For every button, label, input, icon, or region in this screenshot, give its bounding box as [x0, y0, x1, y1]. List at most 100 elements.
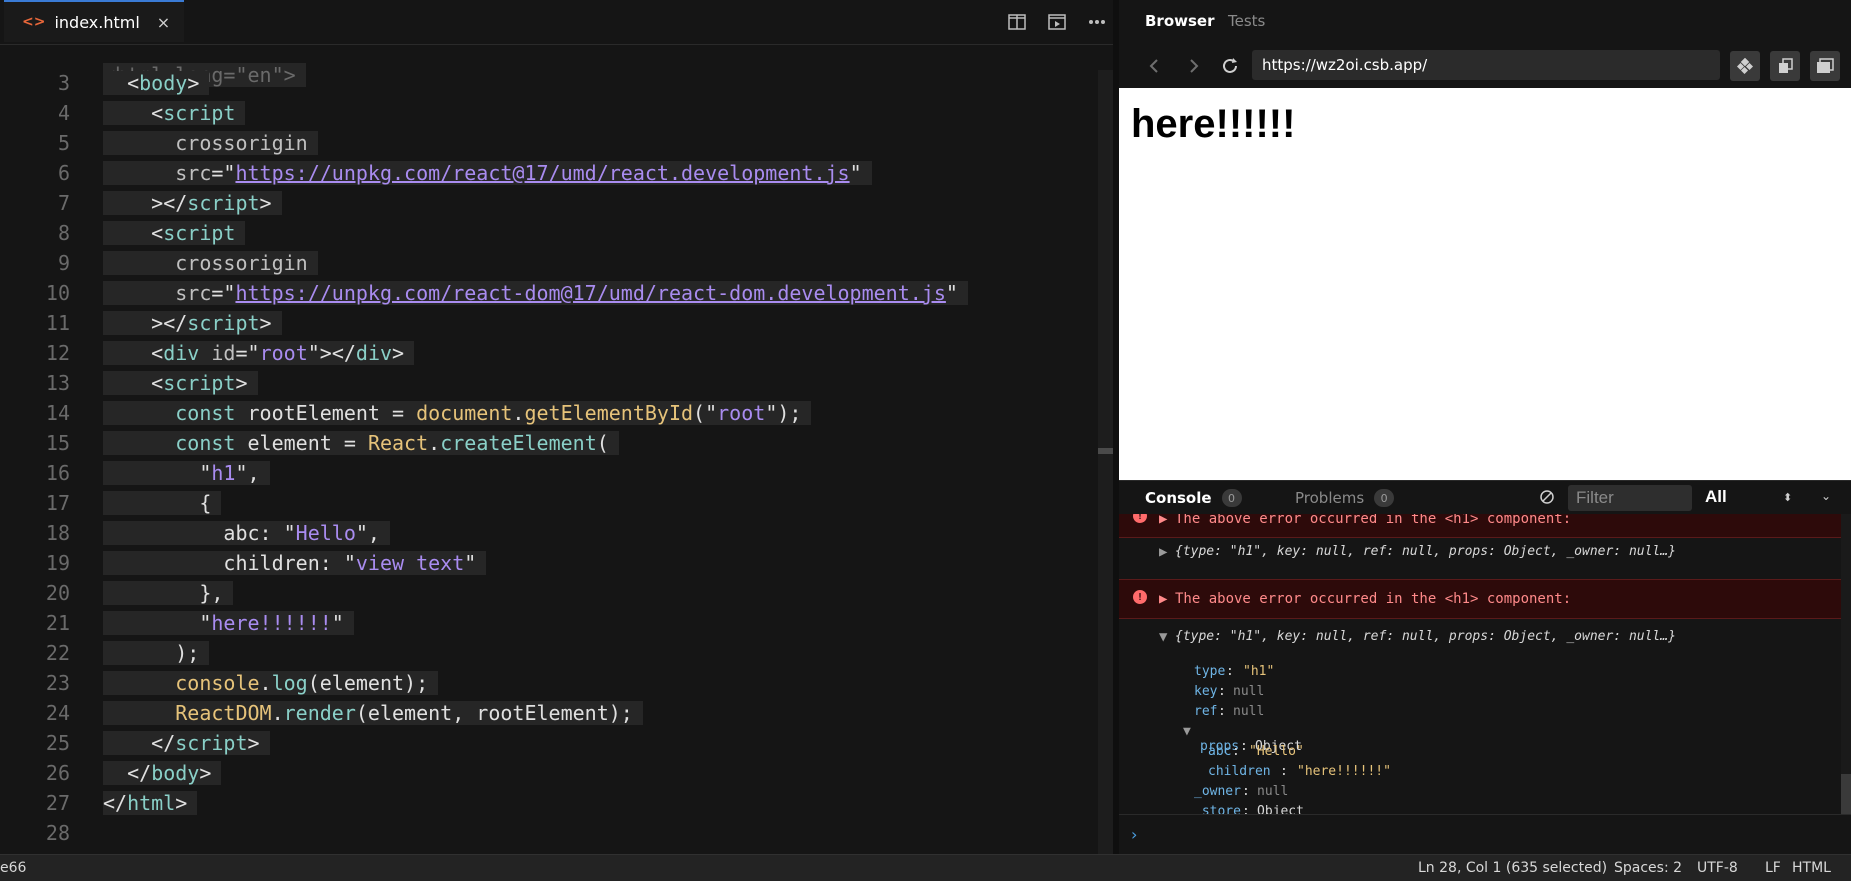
- code-line: 22 );: [0, 638, 1095, 668]
- object-preview: {type: "h1", key: null, ref: null, props…: [1175, 544, 1676, 559]
- console-output[interactable]: ! ▶ The above error occurred in the <h1>…: [1119, 514, 1841, 814]
- more-icon[interactable]: [1086, 11, 1108, 33]
- line-number: 9: [57, 251, 70, 275]
- url-input[interactable]: https://wz2oi.csb.app/: [1252, 50, 1720, 80]
- open-window-icon[interactable]: [1810, 51, 1840, 81]
- browser-tab-bar: Browser Tests: [1119, 0, 1851, 44]
- tab-tests[interactable]: Tests: [1228, 12, 1265, 30]
- console-scrollbar-thumb[interactable]: [1841, 774, 1851, 814]
- preview-icon[interactable]: [1046, 11, 1068, 33]
- filter-input[interactable]: Filter: [1568, 485, 1692, 511]
- code-line: 25 </script>: [0, 728, 1095, 758]
- line-content: crossorigin: [103, 128, 318, 158]
- code-area[interactable]: <html lang="en"> 3 <body>4 <script5 cros…: [0, 44, 1095, 854]
- line-ending[interactable]: LF: [1765, 860, 1781, 876]
- line-content: <script>: [103, 368, 258, 398]
- line-content: const rootElement = document.getElementB…: [103, 398, 812, 428]
- error-message: The above error occurred in the <h1> com…: [1175, 591, 1572, 607]
- tab-filename: index.html: [54, 12, 140, 32]
- console-count-badge: 0: [1221, 489, 1242, 507]
- line-content: crossorigin: [103, 248, 318, 278]
- object-field: children: "here!!!!!!": [1208, 764, 1391, 779]
- code-line: 23 console.log(element);: [0, 668, 1095, 698]
- line-content: <script: [103, 218, 246, 248]
- split-editor-icon[interactable]: [1006, 11, 1028, 33]
- line-content: },: [103, 578, 234, 608]
- line-number: 18: [45, 521, 70, 545]
- line-number: 21: [45, 611, 70, 635]
- editor-scrollbar[interactable]: [1098, 70, 1113, 854]
- console-error-row[interactable]: ! ▶ The above error occurred in the <h1>…: [1119, 514, 1841, 538]
- code-file-icon: <>: [22, 14, 46, 30]
- line-number: 13: [45, 371, 70, 395]
- tab-problems[interactable]: Problems 0: [1295, 489, 1395, 507]
- indentation[interactable]: Spaces: 2: [1614, 860, 1682, 876]
- editor-pane: <> index.html × <html lang="en"> 3 <body…: [0, 0, 1113, 854]
- line-content: ReactDOM.render(element, rootElement);: [103, 698, 643, 728]
- chevron-down-icon[interactable]: ⌄: [1821, 489, 1831, 503]
- expand-triangle-icon[interactable]: ▶: [1159, 544, 1167, 560]
- forward-icon[interactable]: [1182, 54, 1206, 78]
- tab-console[interactable]: Console 0: [1145, 489, 1242, 507]
- line-content: "h1",: [103, 458, 270, 488]
- line-number: 4: [57, 101, 70, 125]
- line-content: ></script>: [103, 308, 282, 338]
- cursor-position[interactable]: Ln 28, Col 1 (635 selected): [1418, 860, 1607, 876]
- line-content: </script>: [103, 728, 270, 758]
- line-content: );: [103, 638, 210, 668]
- object-field: _store: Object: [1194, 804, 1304, 814]
- error-icon: !: [1133, 590, 1147, 604]
- line-number: 27: [45, 791, 70, 815]
- expand-triangle-icon[interactable]: ▶: [1159, 514, 1167, 527]
- code-line: 11 ></script>: [0, 308, 1095, 338]
- clear-console-icon[interactable]: [1539, 489, 1555, 505]
- code-line-partial: <html lang="en">: [0, 44, 1095, 87]
- collapse-triangle-icon[interactable]: ▼: [1159, 629, 1167, 645]
- preview-viewport[interactable]: here!!!!!!: [1119, 88, 1851, 480]
- line-number: 26: [45, 761, 70, 785]
- line-content: children: "view text": [103, 548, 487, 578]
- error-icon: !: [1133, 514, 1147, 523]
- line-number: 19: [45, 551, 70, 575]
- object-field: type: "h1": [1194, 664, 1275, 679]
- code-line: 10 src="https://unpkg.com/react-dom@17/u…: [0, 278, 1095, 308]
- code-line: 5 crossorigin: [0, 128, 1095, 158]
- line-number: 15: [45, 431, 70, 455]
- console-object-row-expanded[interactable]: ▼ {type: "h1", key: null, ref: null, pro…: [1119, 629, 1841, 651]
- line-number: 14: [45, 401, 70, 425]
- copy-icon[interactable]: [1770, 51, 1800, 81]
- language-mode[interactable]: HTML: [1792, 860, 1831, 876]
- refresh-icon[interactable]: [1218, 54, 1242, 78]
- encoding[interactable]: UTF-8: [1697, 860, 1738, 876]
- code-line: 3 <body>: [0, 68, 1095, 98]
- console-object-row[interactable]: ▶ {type: "h1", key: null, ref: null, pro…: [1119, 544, 1841, 566]
- tab-index-html[interactable]: <> index.html ×: [4, 0, 185, 42]
- object-field: ref: null: [1194, 704, 1265, 719]
- code-line: 16 "h1",: [0, 458, 1095, 488]
- code-line: 4 <script: [0, 98, 1095, 128]
- line-number: 7: [57, 191, 70, 215]
- close-tab-icon[interactable]: ×: [157, 13, 170, 32]
- log-level-select[interactable]: All: [1705, 487, 1795, 511]
- line-number: 22: [45, 641, 70, 665]
- browser-nav-bar: https://wz2oi.csb.app/: [1119, 44, 1851, 88]
- object-field-props[interactable]: ▼ props: Object: [1119, 709, 1841, 754]
- expand-triangle-icon[interactable]: ▶: [1159, 591, 1167, 607]
- editor-tab-bar: <> index.html ×: [0, 0, 1113, 45]
- tab-browser[interactable]: Browser: [1145, 12, 1215, 30]
- console-error-row[interactable]: ! ▶ The above error occurred in the <h1>…: [1119, 579, 1841, 619]
- object-field: abc: "Hello": [1208, 744, 1304, 759]
- editor-scrollbar-thumb[interactable]: [1098, 448, 1113, 454]
- line-number: 3: [57, 71, 70, 95]
- console-input[interactable]: ›: [1119, 814, 1851, 855]
- browser-pane: Browser Tests https://wz2oi.csb.app/ her…: [1119, 0, 1851, 854]
- prompt-chevron-icon: ›: [1131, 825, 1138, 844]
- line-content: "here!!!!!!": [103, 608, 354, 638]
- codesandbox-icon[interactable]: [1730, 51, 1760, 81]
- console-tab-label: Console: [1145, 489, 1212, 507]
- code-line: 8 <script: [0, 218, 1095, 248]
- console-scrollbar[interactable]: [1841, 514, 1851, 814]
- code-line: 7 ></script>: [0, 188, 1095, 218]
- back-icon[interactable]: [1142, 54, 1166, 78]
- code-line: 19 children: "view text": [0, 548, 1095, 578]
